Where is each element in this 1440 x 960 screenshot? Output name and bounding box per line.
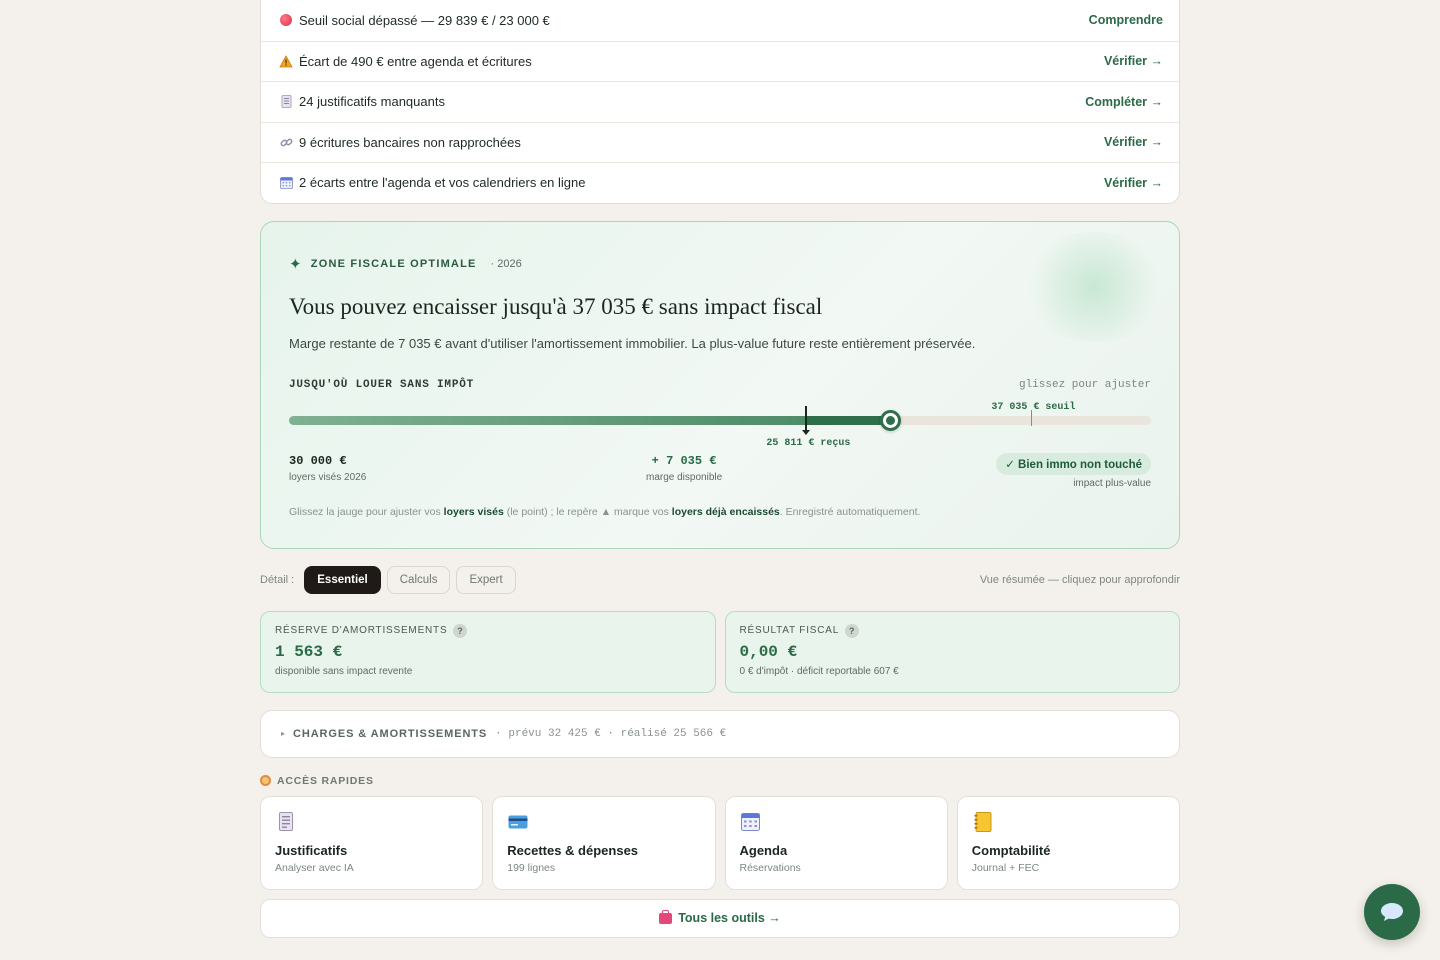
detail-option-expert[interactable]: Expert [456, 565, 516, 594]
help-icon[interactable]: ? [453, 623, 468, 638]
verify-link[interactable]: Vérifier → [1104, 54, 1163, 68]
quick-access-cards: Justificatifs Analyser avec IA Recettes … [260, 795, 1180, 890]
kpi-value: 1 563 € [275, 642, 343, 661]
gauge-label: JUSQU'OÙ LOUER SANS IMPÔT [289, 378, 475, 391]
charges-meta: · prévu 32 425 € · réalisé 25 566 € [495, 727, 727, 740]
detail-option-essentiel[interactable]: Essentiel [304, 565, 381, 594]
sparkle-icon: ✦ [289, 255, 303, 273]
kpi-fiscal-result: RÉSULTAT FISCAL? 0,00 € 0 € d'impôt · dé… [724, 610, 1180, 693]
understand-link[interactable]: Comprendre [1089, 13, 1163, 27]
zone-year: · 2026 [490, 257, 522, 270]
quick-access-icon [260, 775, 271, 786]
alerts-list: Seuil social dépassé — 29 839 € / 23 000… [260, 0, 1180, 204]
zone-header-label: ZONE FISCALE OPTIMALE [310, 257, 477, 270]
complete-link[interactable]: Compléter → [1085, 95, 1163, 109]
quick-card-agenda[interactable]: Agenda Réservations [724, 795, 948, 890]
main-column: Seuil social dépassé — 29 839 € / 23 000… [260, 0, 1180, 938]
gauge-hint: glissez pour ajuster [1018, 378, 1151, 391]
kpi-caption: disponible sans impact revente [275, 665, 413, 677]
receipt-icon [275, 811, 297, 833]
alert-text: Écart de 490 € entre agenda et écritures [299, 53, 532, 69]
credit-card-icon [507, 811, 529, 833]
card-subtitle: 199 lignes [507, 861, 556, 874]
threshold-label: 37 035 € seuil [991, 401, 1076, 413]
card-subtitle: Réservations [739, 861, 801, 874]
verify-link[interactable]: Vérifier → [1104, 135, 1163, 149]
kpi-caption: 0 € d'impôt · déficit reportable 607 € [739, 665, 899, 677]
charges-amortization-section[interactable]: ▸ CHARGES & AMORTISSEMENTS · prévu 32 42… [260, 709, 1180, 758]
detail-level-selector: Détail : Essentiel Calculs Expert Vue ré… [260, 565, 1180, 595]
card-subtitle: Analyser avec IA [275, 861, 354, 874]
chat-bubble-icon [1381, 903, 1403, 921]
alert-text: 2 écarts entre l'agenda et vos calendrie… [299, 175, 586, 191]
alert-row-calendar: 2 écarts entre l'agenda et vos calendrie… [261, 162, 1179, 203]
optimal-tax-zone-card: ✦ ZONE FISCALE OPTIMALE · 2026 Vous pouv… [260, 220, 1180, 549]
chat-button[interactable] [1364, 884, 1420, 940]
calendar-icon [740, 811, 762, 833]
detail-hint: Vue résumée — cliquez pour approfondir [979, 573, 1180, 586]
property-untouched-badge: ✓ Bien immo non touché [996, 452, 1151, 475]
card-title: Agenda [739, 842, 788, 858]
charges-title: CHARGES & AMORTISSEMENTS [293, 727, 488, 740]
zone-header: ✦ ZONE FISCALE OPTIMALE · 2026 [289, 255, 522, 273]
all-tools-label: Tous les outils → [678, 911, 781, 925]
zone-title: Vous pouvez encaisser jusqu'à 37 035 € s… [289, 293, 823, 319]
verify-link[interactable]: Vérifier → [1104, 176, 1163, 190]
margin-value: + 7 035 € [651, 453, 717, 468]
kpi-amortization-reserve: RÉSERVE D'AMORTISSEMENTS? 1 563 € dispon… [260, 610, 716, 693]
detail-label: Détail : [260, 573, 295, 586]
ledger-icon [972, 811, 994, 833]
alert-row-receipts: 24 justificatifs manquants Compléter → [261, 81, 1179, 122]
kpi-title: RÉSERVE D'AMORTISSEMENTS [275, 625, 448, 636]
margin-caption: marge disponible [646, 471, 723, 483]
card-subtitle: Journal + FEC [971, 861, 1040, 874]
red-dot-icon [279, 13, 293, 27]
alert-text: 9 écritures bancaires non rapprochées [299, 134, 521, 150]
card-title: Comptabilité [971, 842, 1051, 858]
quick-access-header: ACCÈS RAPIDES [260, 775, 1180, 787]
link-icon [279, 135, 293, 149]
target-value: 30 000 € [289, 453, 347, 468]
badge-caption: impact plus-value [1073, 477, 1151, 489]
alert-row-social-threshold: Seuil social dépassé — 29 839 € / 23 000… [261, 0, 1179, 41]
calendar-icon [279, 176, 293, 190]
quick-card-comptabilite[interactable]: Comptabilité Journal + FEC [956, 795, 1180, 890]
received-marker-arrow-icon [802, 429, 811, 435]
zone-note: Glissez la jauge pour ajuster vos loyers… [289, 505, 921, 518]
quick-card-recettes-depenses[interactable]: Recettes & dépenses 199 lignes [492, 795, 716, 890]
target-stat: 30 000 € loyers visés 2026 [289, 454, 366, 483]
quick-card-justificatifs[interactable]: Justificatifs Analyser avec IA [260, 795, 484, 890]
warning-icon [279, 54, 293, 68]
chevron-right-icon: ▸ [281, 729, 286, 738]
detail-option-calculs[interactable]: Calculs [386, 565, 451, 594]
received-marker [805, 405, 808, 430]
kpi-value: 0,00 € [739, 642, 798, 661]
rent-gauge-slider[interactable] [289, 405, 1151, 435]
all-tools-button[interactable]: Tous les outils → [260, 898, 1180, 938]
alert-text: 24 justificatifs manquants [299, 94, 445, 110]
gauge-handle[interactable] [879, 409, 901, 431]
kpi-title: RÉSULTAT FISCAL [739, 625, 840, 636]
received-label: 25 811 € reçus [766, 437, 851, 449]
receipt-icon [279, 95, 293, 109]
gauge-fill-target [806, 415, 891, 425]
margin-stat: + 7 035 € marge disponible [646, 454, 722, 483]
kpi-row: RÉSERVE D'AMORTISSEMENTS? 1 563 € dispon… [260, 610, 1180, 693]
alert-row-gap: Écart de 490 € entre agenda et écritures… [261, 40, 1179, 82]
help-icon[interactable]: ? [845, 623, 860, 638]
card-title: Justificatifs [275, 842, 348, 858]
zone-subtitle: Marge restante de 7 035 € avant d'utilis… [289, 335, 976, 351]
toolbox-icon [659, 909, 673, 924]
gauge-fill-received [289, 415, 807, 425]
alert-row-bank: 9 écritures bancaires non rapprochées Vé… [261, 121, 1179, 163]
alert-text: Seuil social dépassé — 29 839 € / 23 000… [299, 12, 550, 28]
card-title: Recettes & dépenses [507, 842, 639, 858]
target-caption: loyers visés 2026 [289, 471, 367, 483]
